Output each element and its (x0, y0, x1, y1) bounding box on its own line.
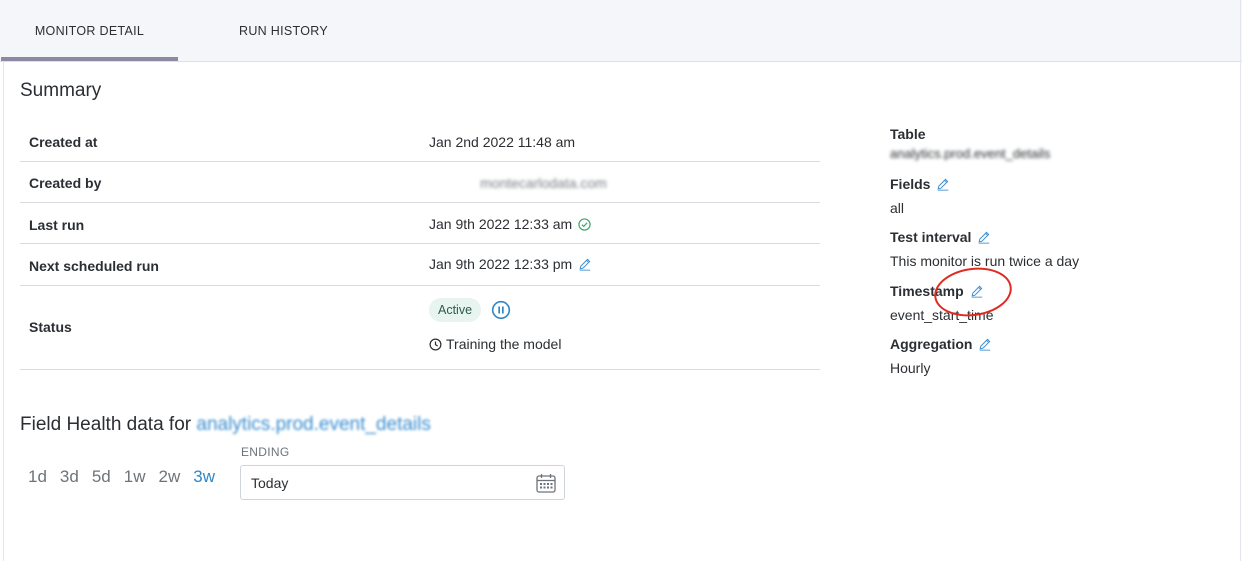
aggregation-value: Hourly (890, 360, 931, 376)
next-run-value: Jan 9th 2022 12:33 pm (429, 256, 592, 272)
summary-title: Summary (20, 80, 102, 101)
edit-next-run-icon[interactable] (578, 257, 592, 271)
status-label: Status (29, 319, 72, 335)
training-status: Training the model (429, 336, 561, 352)
range-3d[interactable]: 3d (60, 467, 79, 487)
row-next-scheduled-run: Next scheduled run Jan 9th 2022 12:33 pm (20, 244, 820, 286)
edit-aggregation-icon[interactable] (978, 337, 992, 351)
created-at-label: Created at (29, 134, 98, 150)
last-run-value: Jan 9th 2022 12:33 am (429, 216, 591, 232)
range-2w[interactable]: 2w (159, 467, 181, 487)
field-health-title-prefix: Field Health data for (20, 414, 192, 435)
last-run-label: Last run (29, 217, 85, 233)
edit-timestamp-icon[interactable] (970, 284, 984, 298)
calendar-icon[interactable] (535, 472, 557, 494)
created-by-text: montecarlodata.com (480, 175, 607, 191)
status-badge: Active (429, 298, 482, 322)
created-at-value: Jan 2nd 2022 11:48 am (429, 134, 575, 150)
edit-test-interval-icon[interactable] (977, 230, 991, 244)
tab-bar: MONITOR DETAIL RUN HISTORY (0, 0, 1242, 62)
content-left-border (3, 62, 4, 561)
range-3w[interactable]: 3w (193, 467, 215, 487)
timestamp-value: event_start_time (890, 307, 994, 323)
table-value: analytics.prod.event_details (890, 146, 1051, 161)
last-run-text: Jan 9th 2022 12:33 am (429, 216, 573, 232)
clock-icon (429, 338, 442, 350)
range-1w[interactable]: 1w (124, 467, 146, 487)
field-health-title: Field Health data for analytics.prod.eve… (20, 414, 431, 436)
training-text: Training the model (446, 336, 562, 352)
status-value: Active (429, 298, 511, 322)
row-created-by: Created by ​ montecarlodata.com (20, 162, 820, 203)
aggregation-label: Aggregation (890, 336, 992, 352)
table-label-text: Table (890, 126, 926, 142)
range-1d[interactable]: 1d (28, 467, 47, 487)
ending-date-value: Today (251, 475, 289, 491)
fields-label: Fields (890, 176, 950, 192)
created-by-label: Created by (29, 175, 102, 191)
fields-label-text: Fields (890, 176, 931, 192)
row-created-at: Created at Jan 2nd 2022 11:48 am (20, 121, 820, 162)
test-interval-label: Test interval (890, 229, 991, 245)
content-right-border (1240, 0, 1241, 561)
test-interval-label-text: Test interval (890, 229, 972, 245)
test-interval-value: This monitor is run twice a day (890, 253, 1080, 269)
time-range-selector: 1d 3d 5d 1w 2w 3w (28, 467, 215, 487)
row-status: Status Active Training the model (20, 286, 820, 370)
aggregation-label-text: Aggregation (890, 336, 973, 352)
tab-monitor-detail[interactable]: MONITOR DETAIL (1, 0, 178, 61)
redacted-username: ​ (429, 175, 474, 191)
edit-fields-icon[interactable] (936, 177, 950, 191)
next-run-text: Jan 9th 2022 12:33 pm (429, 256, 573, 272)
ending-date-input[interactable]: Today (240, 465, 565, 500)
timestamp-label: Timestamp (890, 283, 984, 299)
range-5d[interactable]: 5d (92, 467, 111, 487)
created-by-value: ​ montecarlodata.com (429, 175, 607, 191)
pause-icon[interactable] (491, 300, 511, 320)
field-health-table-name: analytics.prod.event_details (196, 414, 431, 435)
next-run-label: Next scheduled run (29, 258, 159, 274)
ending-label: ENDING (241, 445, 290, 459)
table-label: Table (890, 126, 926, 142)
tab-run-history[interactable]: RUN HISTORY (196, 0, 371, 61)
row-last-run: Last run Jan 9th 2022 12:33 am (20, 203, 820, 244)
summary-table: Created at Jan 2nd 2022 11:48 am Created… (20, 121, 820, 370)
created-at-text: Jan 2nd 2022 11:48 am (429, 134, 576, 150)
check-circle-icon (578, 217, 591, 231)
fields-value: all (890, 200, 905, 216)
timestamp-label-text: Timestamp (890, 283, 964, 299)
